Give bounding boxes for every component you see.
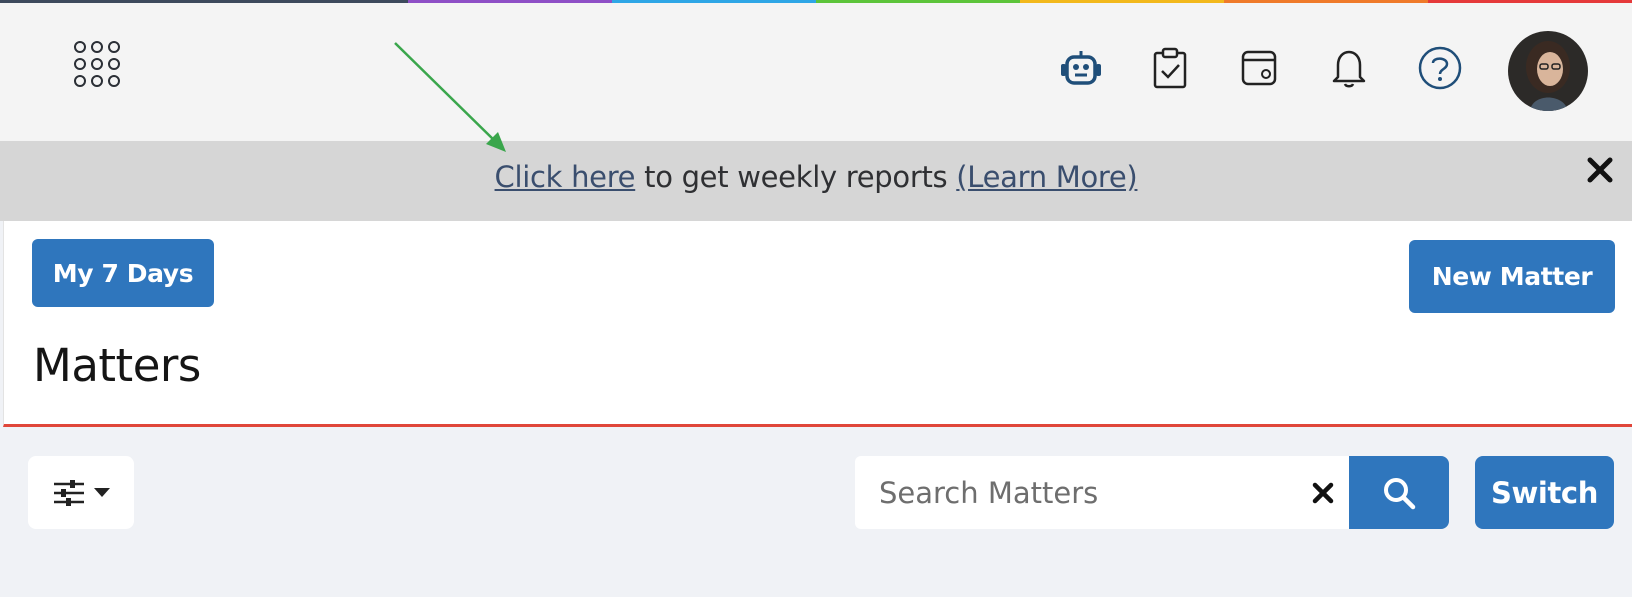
weekly-reports-banner: Click here to get weekly reports (Learn …	[0, 141, 1632, 221]
grid-dot	[108, 41, 120, 53]
calendar-icon[interactable]	[1236, 45, 1282, 91]
grid-dot	[108, 58, 120, 70]
grid-dot	[91, 75, 103, 87]
close-icon-svg	[1587, 157, 1613, 183]
help-icon-svg	[1418, 46, 1462, 90]
grid-dot	[74, 58, 86, 70]
matters-header-panel: My 7 Days New Matter Matters	[3, 221, 1632, 427]
page-title: Matters	[33, 339, 201, 392]
switch-button[interactable]: Switch	[1475, 456, 1614, 529]
bell-icon-svg	[1332, 50, 1366, 88]
clipboard-icon-svg	[1153, 47, 1187, 89]
apps-grid-icon[interactable]	[74, 41, 128, 95]
help-icon[interactable]	[1417, 45, 1463, 91]
filter-dropdown-button[interactable]	[28, 456, 134, 529]
my-7-days-button[interactable]: My 7 Days	[32, 239, 214, 307]
new-matter-button[interactable]: New Matter	[1409, 240, 1615, 313]
tasks-clipboard-icon[interactable]	[1147, 45, 1193, 91]
avatar[interactable]	[1508, 31, 1588, 111]
robot-icon[interactable]	[1058, 45, 1104, 91]
clear-x-svg	[1312, 482, 1334, 504]
learn-more-link[interactable]: (Learn More)	[956, 160, 1138, 194]
grid-dot	[91, 58, 103, 70]
calendar-icon-svg	[1241, 50, 1277, 86]
grid-dot	[74, 75, 86, 87]
top-navbar	[0, 3, 1632, 141]
grid-dot	[91, 41, 103, 53]
grid-dot	[74, 41, 86, 53]
caret-down-icon	[94, 487, 110, 497]
robot-icon-svg	[1061, 51, 1101, 85]
banner-message: to get weekly reports	[635, 160, 957, 194]
search-icon	[1384, 477, 1416, 509]
bell-icon[interactable]	[1326, 45, 1372, 91]
search-box	[855, 456, 1349, 529]
search-input[interactable]	[879, 456, 1279, 529]
search-button[interactable]	[1349, 456, 1449, 529]
banner-text: Click here to get weekly reports (Learn …	[0, 160, 1632, 194]
click-here-link[interactable]: Click here	[495, 160, 636, 194]
clear-search-icon[interactable]	[1310, 480, 1336, 506]
close-icon[interactable]	[1582, 152, 1618, 188]
sliders-icon	[54, 479, 84, 506]
avatar-photo	[1508, 31, 1588, 111]
grid-dot	[108, 75, 120, 87]
